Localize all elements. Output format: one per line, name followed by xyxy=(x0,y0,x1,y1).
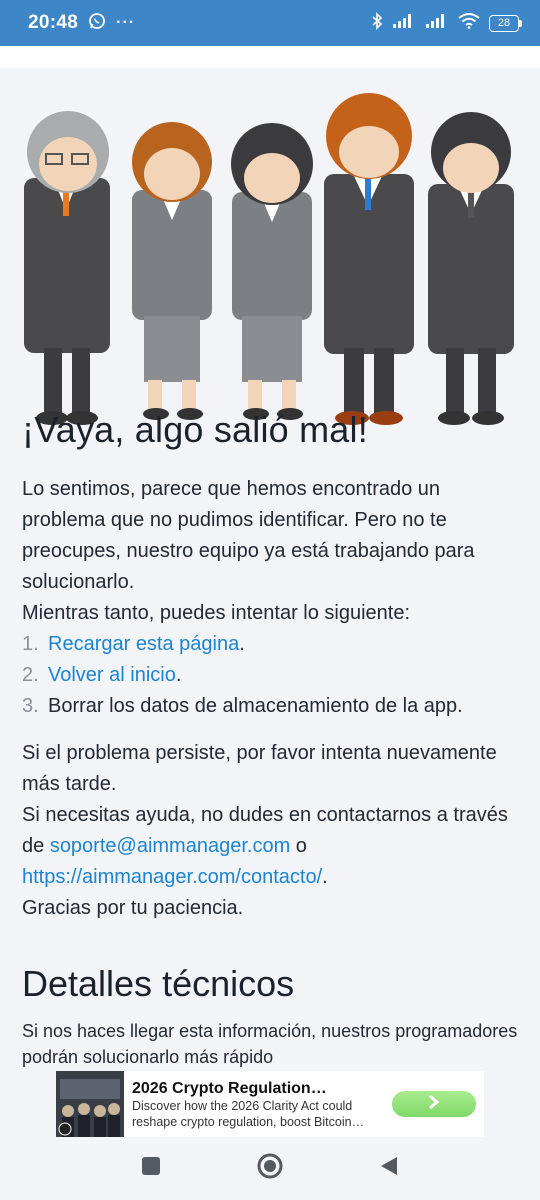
recents-icon[interactable] xyxy=(141,1156,161,1181)
contact-url-link[interactable]: https://aimmanager.com/contacto/ xyxy=(22,866,322,888)
list-item: 2. Volver al inicio. xyxy=(22,664,182,686)
ad-cta-button[interactable] xyxy=(392,1091,476,1117)
clear-data-text: Borrar los datos de almacenamiento de la… xyxy=(48,695,463,717)
battery-level: 28 xyxy=(489,14,519,32)
person-woman-2 xyxy=(231,123,313,420)
thanks-text: Gracias por tu paciencia. xyxy=(22,897,244,919)
list-item: 1. Recargar esta página. xyxy=(22,633,245,655)
reload-page-link[interactable]: Recargar esta página xyxy=(48,633,239,655)
person-man-1 xyxy=(324,93,414,425)
help-text: Si necesitas ayuda, no dudes en contacta… xyxy=(22,804,508,888)
whatsapp-icon xyxy=(88,12,106,35)
page-title: ¡Vaya, algo salió mal! xyxy=(22,409,368,450)
chevron-right-icon xyxy=(427,1094,441,1115)
bowing-people-illustration xyxy=(24,93,514,425)
ad-title[interactable]: 2026 Crypto Regulation… xyxy=(132,1080,384,1098)
tech-details-intro: Si nos haces llegar esta información, nu… xyxy=(22,1021,518,1067)
ad-banner[interactable]: 2026 Crypto Regulation… Discover how the… xyxy=(56,1071,484,1137)
ad-thumbnail[interactable] xyxy=(56,1071,124,1137)
error-content: ¡Vaya, algo salió mal! Lo sentimos, pare… xyxy=(22,408,522,1070)
back-icon[interactable] xyxy=(379,1155,399,1182)
signal-icon xyxy=(392,13,416,34)
battery-icon: 28 xyxy=(489,14,522,32)
person-older-man xyxy=(24,111,110,425)
support-email-link[interactable]: soporte@aimmanager.com xyxy=(50,835,290,857)
person-woman-1 xyxy=(132,122,212,420)
more-notifications-icon: ··· xyxy=(116,14,136,31)
meanwhile-text: Mientras tanto, puedes intentar lo sigui… xyxy=(22,602,411,624)
steps-list: 1. Recargar esta página. 2. Volver al inic… xyxy=(22,629,522,722)
bluetooth-icon xyxy=(371,11,383,35)
list-item: 3. Borrar los datos de almacenamiento de … xyxy=(22,695,463,717)
intro-text: Lo sentimos, parece que hemos encontrado… xyxy=(22,478,475,593)
go-home-link[interactable]: Volver al inicio xyxy=(48,664,176,686)
ad-description: Discover how the 2026 Clarity Act could … xyxy=(132,1099,365,1129)
person-man-2 xyxy=(428,112,514,425)
home-icon[interactable] xyxy=(256,1152,284,1185)
status-time: 20:48 xyxy=(28,12,79,33)
error-page: ¡Vaya, algo salió mal! Lo sentimos, pare… xyxy=(0,46,540,1071)
tech-details-title: Detalles técnicos xyxy=(22,963,295,1004)
signal-icon xyxy=(425,13,449,34)
persist-text: Si el problema persiste, por favor inten… xyxy=(22,742,497,795)
system-nav-bar xyxy=(0,1137,540,1200)
top-strip xyxy=(0,46,540,68)
wifi-icon xyxy=(458,12,480,34)
status-bar: 20:48 ··· 28 xyxy=(0,0,540,46)
